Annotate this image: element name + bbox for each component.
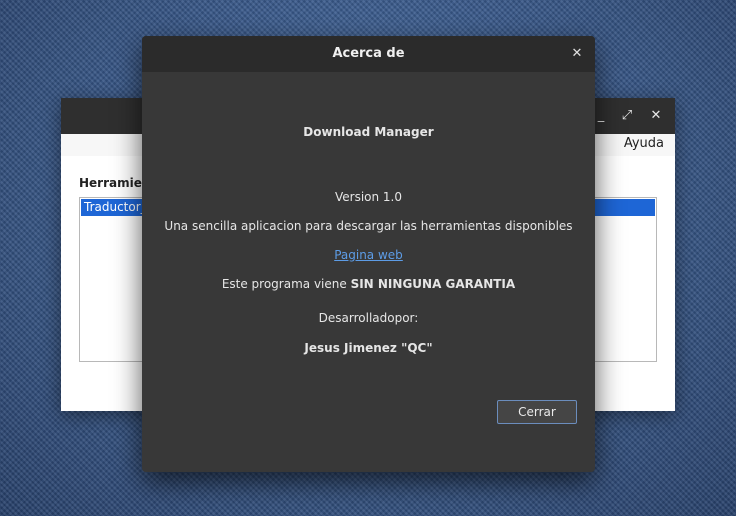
program-name: Download Manager	[303, 125, 434, 139]
website-link-row: Pagina web	[142, 248, 595, 262]
license-text: Este programa viene SIN NINGUNA GARANTIA	[142, 277, 595, 291]
license-prefix: Este programa viene	[221, 277, 351, 291]
dialog-titlebar: Acerca de ✕	[142, 36, 595, 72]
version-text: Version 1.0	[334, 190, 403, 204]
about-dialog: Acerca de ✕ Download Manager Version 1.0…	[142, 36, 595, 472]
tools-label: Herramien	[79, 176, 151, 190]
comments-text: Una sencilla aplicacion para descargar l…	[164, 219, 573, 233]
credits-label: Desarrolladopor:	[318, 311, 419, 325]
author-name: Jesus Jimenez "QC"	[304, 341, 433, 355]
menu-item-ayuda[interactable]: Ayuda	[624, 136, 664, 151]
website-link[interactable]: Pagina web	[334, 248, 403, 262]
close-icon[interactable]: ✕	[646, 106, 666, 126]
close-icon[interactable]: ✕	[567, 44, 587, 64]
cerrar-button[interactable]: Cerrar	[497, 400, 577, 424]
dialog-title: Acerca de	[332, 46, 405, 61]
license-emphasis: SIN NINGUNA GARANTIA	[350, 277, 516, 291]
maximize-icon[interactable]: ⤢	[617, 106, 637, 126]
